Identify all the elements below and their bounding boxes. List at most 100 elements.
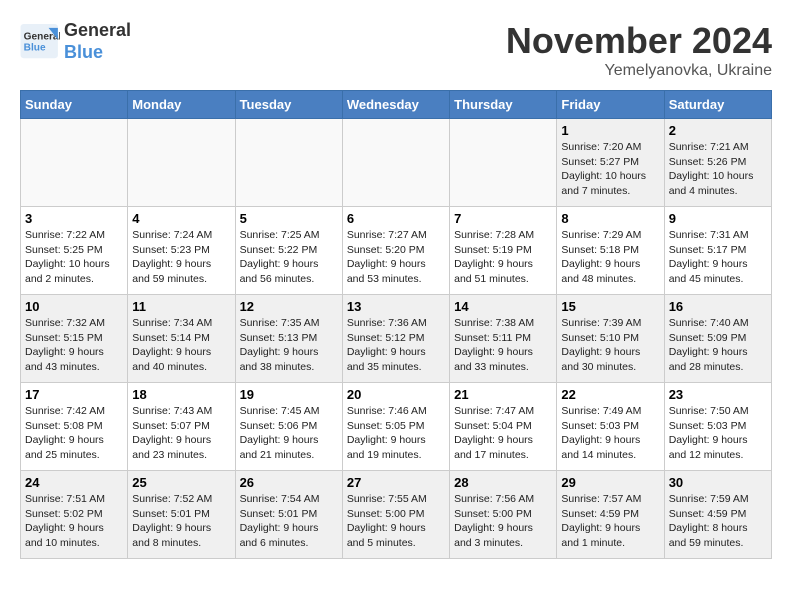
page-header: General Blue GeneralBlue November 2024 Y…: [20, 20, 772, 80]
svg-text:Blue: Blue: [24, 43, 46, 54]
logo-icon: General Blue: [20, 24, 60, 59]
weekday-header: Saturday: [664, 91, 771, 119]
calendar-cell: [450, 119, 557, 207]
weekday-header: Tuesday: [235, 91, 342, 119]
day-number: 20: [347, 387, 445, 402]
calendar-cell: 28 Sunrise: 7:56 AM Sunset: 5:00 PM Dayli…: [450, 471, 557, 559]
day-number: 5: [240, 211, 338, 226]
day-info: Sunrise: 7:42 AM Sunset: 5:08 PM Dayligh…: [25, 404, 123, 463]
day-info: Sunrise: 7:32 AM Sunset: 5:15 PM Dayligh…: [25, 316, 123, 375]
day-number: 13: [347, 299, 445, 314]
day-info: Sunrise: 7:51 AM Sunset: 5:02 PM Dayligh…: [25, 492, 123, 551]
day-info: Sunrise: 7:25 AM Sunset: 5:22 PM Dayligh…: [240, 228, 338, 287]
calendar-cell: 6 Sunrise: 7:27 AM Sunset: 5:20 PM Daylig…: [342, 207, 449, 295]
day-number: 27: [347, 475, 445, 490]
day-info: Sunrise: 7:45 AM Sunset: 5:06 PM Dayligh…: [240, 404, 338, 463]
day-info: Sunrise: 7:39 AM Sunset: 5:10 PM Dayligh…: [561, 316, 659, 375]
calendar-week-row: 3 Sunrise: 7:22 AM Sunset: 5:25 PM Daylig…: [21, 207, 772, 295]
day-number: 26: [240, 475, 338, 490]
day-info: Sunrise: 7:34 AM Sunset: 5:14 PM Dayligh…: [132, 316, 230, 375]
day-info: Sunrise: 7:55 AM Sunset: 5:00 PM Dayligh…: [347, 492, 445, 551]
calendar-cell: 19 Sunrise: 7:45 AM Sunset: 5:06 PM Dayli…: [235, 383, 342, 471]
calendar-cell: 15 Sunrise: 7:39 AM Sunset: 5:10 PM Dayli…: [557, 295, 664, 383]
day-info: Sunrise: 7:27 AM Sunset: 5:20 PM Dayligh…: [347, 228, 445, 287]
calendar-cell: 24 Sunrise: 7:51 AM Sunset: 5:02 PM Dayli…: [21, 471, 128, 559]
calendar-cell: [21, 119, 128, 207]
title-block: November 2024 Yemelyanovka, Ukraine: [506, 20, 772, 80]
day-number: 14: [454, 299, 552, 314]
calendar-cell: 3 Sunrise: 7:22 AM Sunset: 5:25 PM Daylig…: [21, 207, 128, 295]
calendar-cell: 4 Sunrise: 7:24 AM Sunset: 5:23 PM Daylig…: [128, 207, 235, 295]
calendar-cell: 13Sunrise: 7:36 AM Sunset: 5:12 PM Dayli…: [342, 295, 449, 383]
day-number: 12: [240, 299, 338, 314]
calendar-week-row: 17 Sunrise: 7:42 AM Sunset: 5:08 PM Dayli…: [21, 383, 772, 471]
day-info: Sunrise: 7:28 AM Sunset: 5:19 PM Dayligh…: [454, 228, 552, 287]
day-info: Sunrise: 7:56 AM Sunset: 5:00 PM Dayligh…: [454, 492, 552, 551]
day-number: 10: [25, 299, 123, 314]
calendar-cell: 29Sunrise: 7:57 AM Sunset: 4:59 PM Dayli…: [557, 471, 664, 559]
day-info: Sunrise: 7:43 AM Sunset: 5:07 PM Dayligh…: [132, 404, 230, 463]
location-subtitle: Yemelyanovka, Ukraine: [506, 62, 772, 80]
day-number: 21: [454, 387, 552, 402]
calendar-cell: 20 Sunrise: 7:46 AM Sunset: 5:05 PM Dayli…: [342, 383, 449, 471]
day-number: 7: [454, 211, 552, 226]
day-number: 1: [561, 123, 659, 138]
day-info: Sunrise: 7:22 AM Sunset: 5:25 PM Dayligh…: [25, 228, 123, 287]
calendar-cell: 30Sunrise: 7:59 AM Sunset: 4:59 PM Dayli…: [664, 471, 771, 559]
calendar-cell: 14 Sunrise: 7:38 AM Sunset: 5:11 PM Dayli…: [450, 295, 557, 383]
weekday-header: Friday: [557, 91, 664, 119]
day-number: 8: [561, 211, 659, 226]
calendar-cell: 5 Sunrise: 7:25 AM Sunset: 5:22 PM Daylig…: [235, 207, 342, 295]
calendar-header-row: SundayMondayTuesdayWednesdayThursdayFrid…: [21, 91, 772, 119]
calendar-cell: 21 Sunrise: 7:47 AM Sunset: 5:04 PM Dayli…: [450, 383, 557, 471]
weekday-header: Wednesday: [342, 91, 449, 119]
day-info: Sunrise: 7:46 AM Sunset: 5:05 PM Dayligh…: [347, 404, 445, 463]
day-number: 17: [25, 387, 123, 402]
weekday-header: Monday: [128, 91, 235, 119]
calendar-cell: 9Sunrise: 7:31 AM Sunset: 5:17 PM Daylig…: [664, 207, 771, 295]
day-number: 2: [669, 123, 767, 138]
calendar-cell: 8 Sunrise: 7:29 AM Sunset: 5:18 PM Daylig…: [557, 207, 664, 295]
day-number: 18: [132, 387, 230, 402]
calendar-cell: 1 Sunrise: 7:20 AM Sunset: 5:27 PM Daylig…: [557, 119, 664, 207]
calendar-cell: 23Sunrise: 7:50 AM Sunset: 5:03 PM Dayli…: [664, 383, 771, 471]
day-number: 15: [561, 299, 659, 314]
day-number: 11: [132, 299, 230, 314]
day-number: 19: [240, 387, 338, 402]
calendar-cell: 7 Sunrise: 7:28 AM Sunset: 5:19 PM Daylig…: [450, 207, 557, 295]
weekday-header: Sunday: [21, 91, 128, 119]
day-info: Sunrise: 7:57 AM Sunset: 4:59 PM Dayligh…: [561, 492, 659, 551]
day-info: Sunrise: 7:50 AM Sunset: 5:03 PM Dayligh…: [669, 404, 767, 463]
day-number: 6: [347, 211, 445, 226]
day-info: Sunrise: 7:29 AM Sunset: 5:18 PM Dayligh…: [561, 228, 659, 287]
weekday-header: Thursday: [450, 91, 557, 119]
day-info: Sunrise: 7:38 AM Sunset: 5:11 PM Dayligh…: [454, 316, 552, 375]
calendar-cell: [235, 119, 342, 207]
calendar-cell: 26Sunrise: 7:54 AM Sunset: 5:01 PM Dayli…: [235, 471, 342, 559]
day-info: Sunrise: 7:20 AM Sunset: 5:27 PM Dayligh…: [561, 140, 659, 199]
calendar-week-row: 24 Sunrise: 7:51 AM Sunset: 5:02 PM Dayli…: [21, 471, 772, 559]
day-number: 3: [25, 211, 123, 226]
logo: General Blue GeneralBlue: [20, 20, 131, 63]
calendar-cell: 2Sunrise: 7:21 AM Sunset: 5:26 PM Daylig…: [664, 119, 771, 207]
day-info: Sunrise: 7:59 AM Sunset: 4:59 PM Dayligh…: [669, 492, 767, 551]
day-number: 16: [669, 299, 767, 314]
day-info: Sunrise: 7:47 AM Sunset: 5:04 PM Dayligh…: [454, 404, 552, 463]
calendar-cell: 17 Sunrise: 7:42 AM Sunset: 5:08 PM Dayli…: [21, 383, 128, 471]
calendar-cell: [128, 119, 235, 207]
month-title: November 2024: [506, 20, 772, 62]
day-info: Sunrise: 7:40 AM Sunset: 5:09 PM Dayligh…: [669, 316, 767, 375]
calendar-table: SundayMondayTuesdayWednesdayThursdayFrid…: [20, 90, 772, 559]
day-number: 4: [132, 211, 230, 226]
calendar-cell: 18 Sunrise: 7:43 AM Sunset: 5:07 PM Dayli…: [128, 383, 235, 471]
calendar-cell: 25Sunrise: 7:52 AM Sunset: 5:01 PM Dayli…: [128, 471, 235, 559]
day-info: Sunrise: 7:49 AM Sunset: 5:03 PM Dayligh…: [561, 404, 659, 463]
calendar-cell: 11 Sunrise: 7:34 AM Sunset: 5:14 PM Dayli…: [128, 295, 235, 383]
day-number: 24: [25, 475, 123, 490]
day-info: Sunrise: 7:24 AM Sunset: 5:23 PM Dayligh…: [132, 228, 230, 287]
day-number: 28: [454, 475, 552, 490]
day-info: Sunrise: 7:31 AM Sunset: 5:17 PM Dayligh…: [669, 228, 767, 287]
calendar-cell: 12Sunrise: 7:35 AM Sunset: 5:13 PM Dayli…: [235, 295, 342, 383]
calendar-cell: [342, 119, 449, 207]
calendar-cell: 16 Sunrise: 7:40 AM Sunset: 5:09 PM Dayli…: [664, 295, 771, 383]
